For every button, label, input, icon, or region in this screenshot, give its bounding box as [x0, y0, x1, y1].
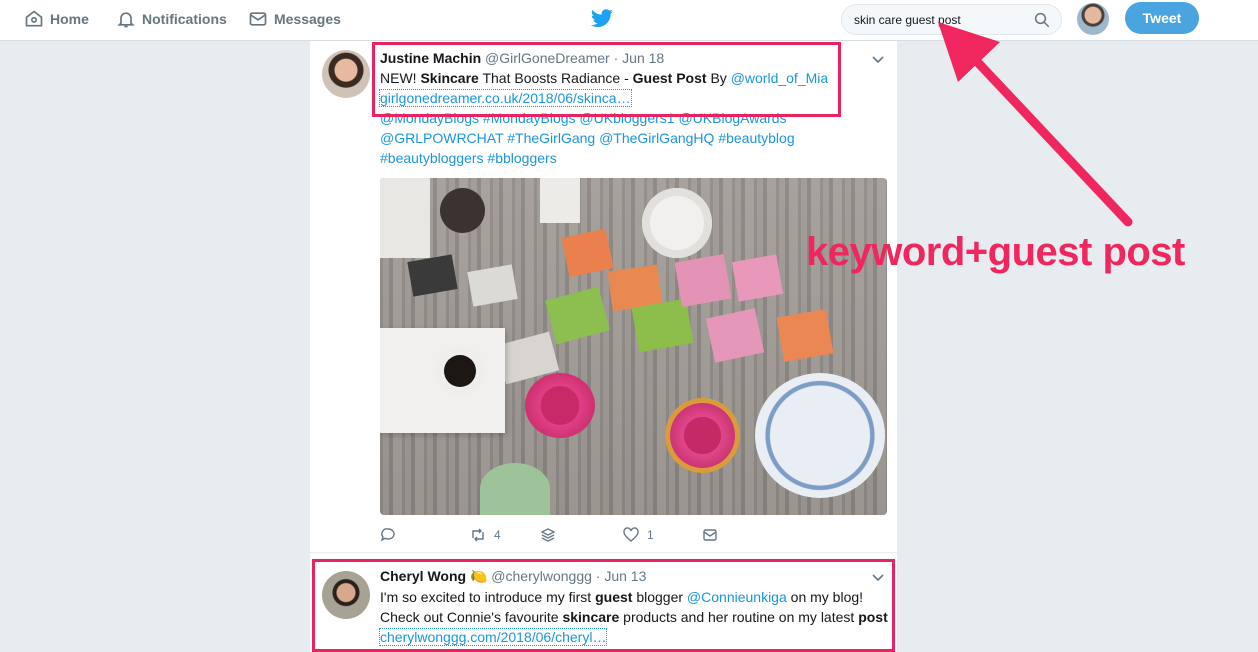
photo-soap-pink [731, 254, 784, 302]
twitter-bird-icon[interactable] [590, 8, 614, 30]
photo-flower [525, 373, 595, 438]
top-navigation-bar: Home Notifications Messages skin care gu… [0, 0, 1258, 41]
profile-avatar[interactable] [1077, 3, 1109, 35]
envelope-icon [249, 12, 267, 26]
avatar[interactable] [322, 50, 370, 98]
layers-icon [540, 528, 556, 542]
photo-mug [642, 188, 712, 258]
photo-soap-white [467, 264, 518, 307]
photo-coffee [444, 355, 476, 387]
hashtag-mention-links[interactable]: @GRLPOWRCHAT #TheGirlGang @TheGirlGangHQ… [380, 130, 795, 146]
photo-plate [755, 373, 885, 498]
tweet-photo[interactable] [380, 178, 887, 515]
tweet-button[interactable]: Tweet [1125, 2, 1199, 34]
photo-box [540, 178, 580, 223]
reply-button[interactable] [380, 527, 396, 543]
photo-flower [670, 403, 735, 468]
retweet-button[interactable]: 4 [470, 527, 501, 543]
heart-icon [623, 527, 639, 542]
photo-soap-pink [674, 254, 732, 307]
nav-notifications[interactable]: Notifications [116, 0, 227, 38]
envelope-icon [703, 529, 717, 541]
photo-soap-dark [407, 254, 458, 297]
highlight-box [312, 559, 895, 652]
search-input[interactable]: skin care guest post [841, 4, 1062, 35]
nav-home-label: Home [50, 11, 89, 27]
photo-soap-orange [561, 228, 614, 278]
annotation-callout: keyword+guest post [806, 230, 1185, 274]
highlight-box [372, 42, 841, 117]
direct-message-button[interactable] [702, 527, 718, 543]
photo-jar [380, 178, 430, 258]
search-query: skin care guest post [854, 12, 961, 27]
like-count: 1 [647, 528, 654, 542]
stack-button[interactable] [540, 527, 556, 543]
nav-notifications-label: Notifications [142, 11, 227, 27]
photo-soap-orange [776, 309, 834, 362]
retweet-icon [472, 528, 484, 542]
photo-bowl [440, 188, 485, 233]
retweet-count: 4 [494, 528, 501, 542]
search-icon[interactable] [1033, 11, 1051, 29]
reply-icon [380, 528, 395, 542]
photo-soap-pink [705, 308, 765, 363]
like-button[interactable]: 1 [623, 527, 654, 543]
home-icon [25, 10, 43, 27]
nav-messages[interactable]: Messages [248, 0, 341, 38]
bell-icon [117, 12, 135, 28]
tweet-actions: 4 1 [380, 527, 840, 549]
nav-home[interactable]: Home [24, 0, 89, 38]
tweet[interactable]: Justine Machin @GirlGoneDreamer · Jun 18… [310, 41, 897, 553]
nav-messages-label: Messages [274, 11, 341, 27]
photo-soap-green [545, 286, 610, 345]
hashtag-links[interactable]: #beautybloggers #bbloggers [380, 150, 557, 166]
photo-jar-green [480, 463, 550, 515]
chevron-down-icon[interactable] [871, 53, 885, 67]
